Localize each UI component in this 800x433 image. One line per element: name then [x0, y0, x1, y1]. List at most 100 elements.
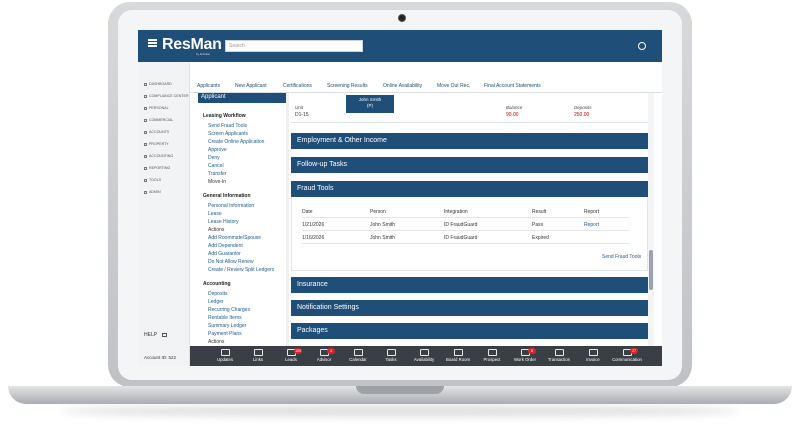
compliance-icon — [144, 94, 147, 98]
left-nav: DASHBOARD COMPLIANCE CENTER PERSONAL COM… — [138, 62, 190, 366]
nav-accounts[interactable]: ACCOUNTS — [144, 130, 169, 134]
row2-result: Expired — [532, 235, 549, 241]
nav-personal[interactable]: PERSONAL — [144, 106, 169, 110]
fraud-tools-card: Date Person Integration Result Report 1/… — [291, 197, 648, 271]
balance-label: Balance — [506, 105, 523, 110]
toolbar-advisor[interactable]: Advisor 4 — [307, 348, 341, 366]
toolbar-tasks[interactable]: Tasks — [374, 348, 408, 366]
link-split-ledgers[interactable]: Create / Review Split Ledgers — [208, 267, 274, 273]
tab-new-applicant[interactable]: New Applicant — [235, 83, 267, 89]
send-fraud-tools-link[interactable]: Send Fraud Tools — [602, 254, 641, 260]
toolbar-updates[interactable]: Updates — [208, 348, 242, 366]
nav-commercial[interactable]: COMMERCIAL — [144, 118, 173, 122]
section-employment[interactable]: Employment & Other Income — [291, 133, 648, 149]
section-packages[interactable]: Packages — [291, 323, 648, 339]
laptop-notch — [356, 386, 444, 394]
col-report: Report — [584, 209, 600, 215]
row1-result: Pass — [532, 222, 544, 228]
leads-badge: 109 — [294, 348, 302, 354]
link-add-roommate[interactable]: Add Roommate/Spouse — [208, 235, 261, 241]
menu-icon[interactable] — [148, 39, 157, 47]
link-screen-applicants[interactable]: Screen Applicants — [208, 131, 248, 137]
link-lease-history[interactable]: Lease History — [208, 219, 239, 225]
resident-name-button[interactable]: John Smith (P) — [346, 95, 394, 113]
unit-value: D1-15 — [295, 112, 309, 118]
tab-screening-results[interactable]: Screening Results — [327, 83, 368, 89]
link-deposits[interactable]: Deposits — [208, 291, 227, 297]
invoice-icon — [588, 349, 598, 356]
leasing-workflow-heading[interactable]: Leasing Workflow — [203, 113, 246, 119]
user-icon[interactable] — [638, 42, 646, 50]
commercial-icon — [144, 118, 147, 122]
toolbar-availability[interactable]: Availability — [407, 348, 441, 366]
search-input[interactable]: Search — [225, 40, 363, 52]
link-lease[interactable]: Lease — [208, 211, 222, 217]
toolbar-invoice[interactable]: Invoice — [576, 348, 610, 366]
link-send-fraud-tools[interactable]: Send Fraud Tools — [208, 123, 247, 129]
accounting-icon — [144, 154, 147, 158]
link-create-online-application[interactable]: Create Online Application — [208, 139, 264, 145]
link-move-in[interactable]: Move-In — [208, 179, 226, 185]
nav-tools[interactable]: TOOLS — [144, 178, 161, 182]
tab-applicants[interactable]: Applicants — [197, 83, 220, 89]
tab-final-account-statements[interactable]: Final Account Statements — [484, 83, 541, 89]
help-link[interactable]: HELP — [144, 332, 157, 338]
tab-move-out-rec[interactable]: Move Out Rec. — [437, 83, 470, 89]
general-information-heading[interactable]: General Information — [203, 193, 251, 199]
link-approve[interactable]: Approve — [208, 147, 227, 153]
actions-label: Actions — [208, 227, 225, 233]
link-deny[interactable]: Deny — [208, 155, 220, 161]
dashboard-icon — [144, 82, 147, 86]
link-summary-ledger[interactable]: Summary Ledger — [208, 323, 246, 329]
link-add-guarantor[interactable]: Add Guarantor — [208, 251, 241, 257]
link-personal-information[interactable]: Personal Information — [208, 203, 254, 209]
tab-online-availability[interactable]: Online Availability — [383, 83, 422, 89]
col-result: Result — [532, 209, 547, 215]
link-rentable-items[interactable]: Rentable Items — [208, 315, 242, 321]
deposits-value: 250.00 — [574, 112, 590, 118]
table-divider — [302, 243, 629, 244]
link-cancel[interactable]: Cancel — [208, 163, 224, 169]
nav-compliance[interactable]: COMPLIANCE CENTER — [144, 94, 189, 98]
main-scrollbar[interactable] — [648, 93, 654, 346]
toolbar-work-order[interactable]: Work Order 8 — [508, 348, 542, 366]
nav-admin[interactable]: ADMIN — [144, 190, 161, 194]
link-do-not-allow-renew[interactable]: Do Not Allow Renew — [208, 259, 254, 265]
nav-dashboard[interactable]: DASHBOARD — [144, 82, 172, 86]
accounting-heading[interactable]: Accounting — [203, 281, 231, 287]
unit-summary: Unit D1-15 John Smith (P) Balance 90.00 … — [291, 93, 648, 123]
toolbar-leads[interactable]: Leads 109 — [274, 348, 308, 366]
link-add-dependent[interactable]: Add Dependent — [208, 243, 243, 249]
toolbar-board-room[interactable]: Board Room — [441, 348, 475, 366]
panel-scrollbar[interactable] — [286, 93, 289, 346]
accounting-actions-label: Actions — [208, 339, 225, 345]
nav-reporting[interactable]: REPORTING — [144, 166, 170, 170]
app-screen: ResMan by Entrata Search DASHBOARD COMPL… — [138, 30, 662, 366]
main-scrollbar-thumb[interactable] — [649, 250, 653, 290]
row2-person: John Smith — [370, 235, 396, 241]
nav-property[interactable]: PROPERTY — [144, 142, 169, 146]
section-insurance[interactable]: Insurance — [291, 277, 648, 293]
section-followup-tasks[interactable]: Follow-up Tasks — [291, 157, 648, 173]
section-fraud-tools[interactable]: Fraud Tools — [291, 181, 648, 197]
toolbar-transaction[interactable]: Transaction — [542, 348, 576, 366]
toolbar-calendar[interactable]: Calendar — [341, 348, 375, 366]
toolbar-links[interactable]: Links — [241, 348, 275, 366]
accounts-icon — [144, 130, 147, 134]
resident-role: (P) — [367, 103, 373, 108]
megaphone-icon — [220, 349, 230, 356]
row1-report-link[interactable]: Report — [584, 222, 599, 228]
section-notification-settings[interactable]: Notification Settings — [291, 300, 648, 316]
link-payment-plans[interactable]: Payment Plans — [208, 331, 242, 337]
table-divider — [302, 217, 629, 218]
toolbar-communication[interactable]: Communication 27 — [610, 348, 644, 366]
personal-icon — [144, 106, 147, 110]
link-recurring-charges[interactable]: Recurring Charges — [208, 307, 250, 313]
external-link-icon[interactable] — [162, 333, 167, 337]
bed-icon — [419, 349, 429, 356]
link-ledger[interactable]: Ledger — [208, 299, 224, 305]
toolbar-prospect[interactable]: Prospect — [475, 348, 509, 366]
nav-accounting[interactable]: ACCOUNTING — [144, 154, 173, 158]
link-transfer[interactable]: Transfer — [208, 171, 226, 177]
tab-certifications[interactable]: Certifications — [283, 83, 312, 89]
